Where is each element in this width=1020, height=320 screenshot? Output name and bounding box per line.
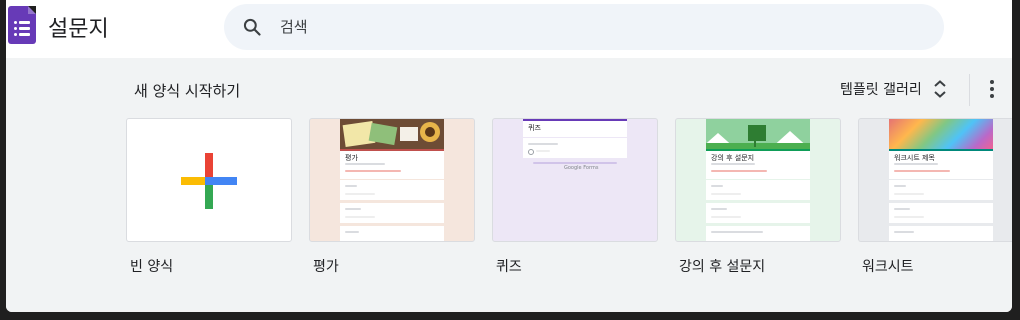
- search-icon[interactable]: [242, 17, 262, 37]
- worksheet-preview-title: 워크시트 제목: [894, 154, 935, 162]
- template-gallery-button[interactable]: 템플릿 갤러리: [840, 72, 948, 106]
- course-preview-title: 강의 후 설문지: [711, 154, 755, 162]
- forms-logo-icon[interactable]: [8, 6, 36, 44]
- template-card-worksheet[interactable]: 워크시트 제목: [858, 118, 1012, 242]
- forms-home: 설문지 검색 새 양식 시작하기 템플릿 갤러리 빈 양식 평가 평가 퀴즈 G…: [6, 0, 1012, 312]
- section-title: 새 양식 시작하기: [134, 82, 241, 100]
- template-card-quiz[interactable]: 퀴즈 Google Forms: [492, 118, 658, 242]
- template-card-evaluation[interactable]: 평가: [309, 118, 475, 242]
- more-options-icon[interactable]: [984, 78, 1000, 100]
- top-bar: 설문지 검색: [6, 0, 1012, 58]
- template-gallery-label: 템플릿 갤러리: [840, 82, 922, 98]
- template-label-quiz[interactable]: 퀴즈: [496, 256, 522, 276]
- quiz-preview-footer: Google Forms: [564, 165, 599, 171]
- template-card-course-evaluation[interactable]: 강의 후 설문지: [675, 118, 841, 242]
- app-title[interactable]: 설문지: [48, 11, 109, 43]
- template-label-evaluation[interactable]: 평가: [313, 256, 339, 276]
- quiz-preview-title: 퀴즈: [528, 124, 541, 132]
- template-gallery: 새 양식 시작하기 템플릿 갤러리 빈 양식 평가 평가 퀴즈 Google F…: [6, 58, 1012, 312]
- worksheet-header-image: [889, 119, 993, 149]
- course-header-image: [706, 119, 810, 149]
- search-input[interactable]: 검색: [280, 16, 308, 37]
- radio-icon: [528, 149, 534, 155]
- unfold-more-icon: [934, 80, 946, 98]
- plus-icon: [181, 153, 237, 209]
- template-card-blank[interactable]: [126, 118, 292, 242]
- template-label-course-evaluation[interactable]: 강의 후 설문지: [679, 256, 765, 276]
- evaluation-preview-title: 평가: [345, 154, 358, 162]
- search-bar[interactable]: 검색: [224, 4, 944, 50]
- template-label-worksheet[interactable]: 워크시트: [862, 256, 914, 276]
- divider: [969, 74, 970, 106]
- evaluation-header-image: [340, 119, 444, 149]
- template-label-blank[interactable]: 빈 양식: [130, 256, 173, 276]
